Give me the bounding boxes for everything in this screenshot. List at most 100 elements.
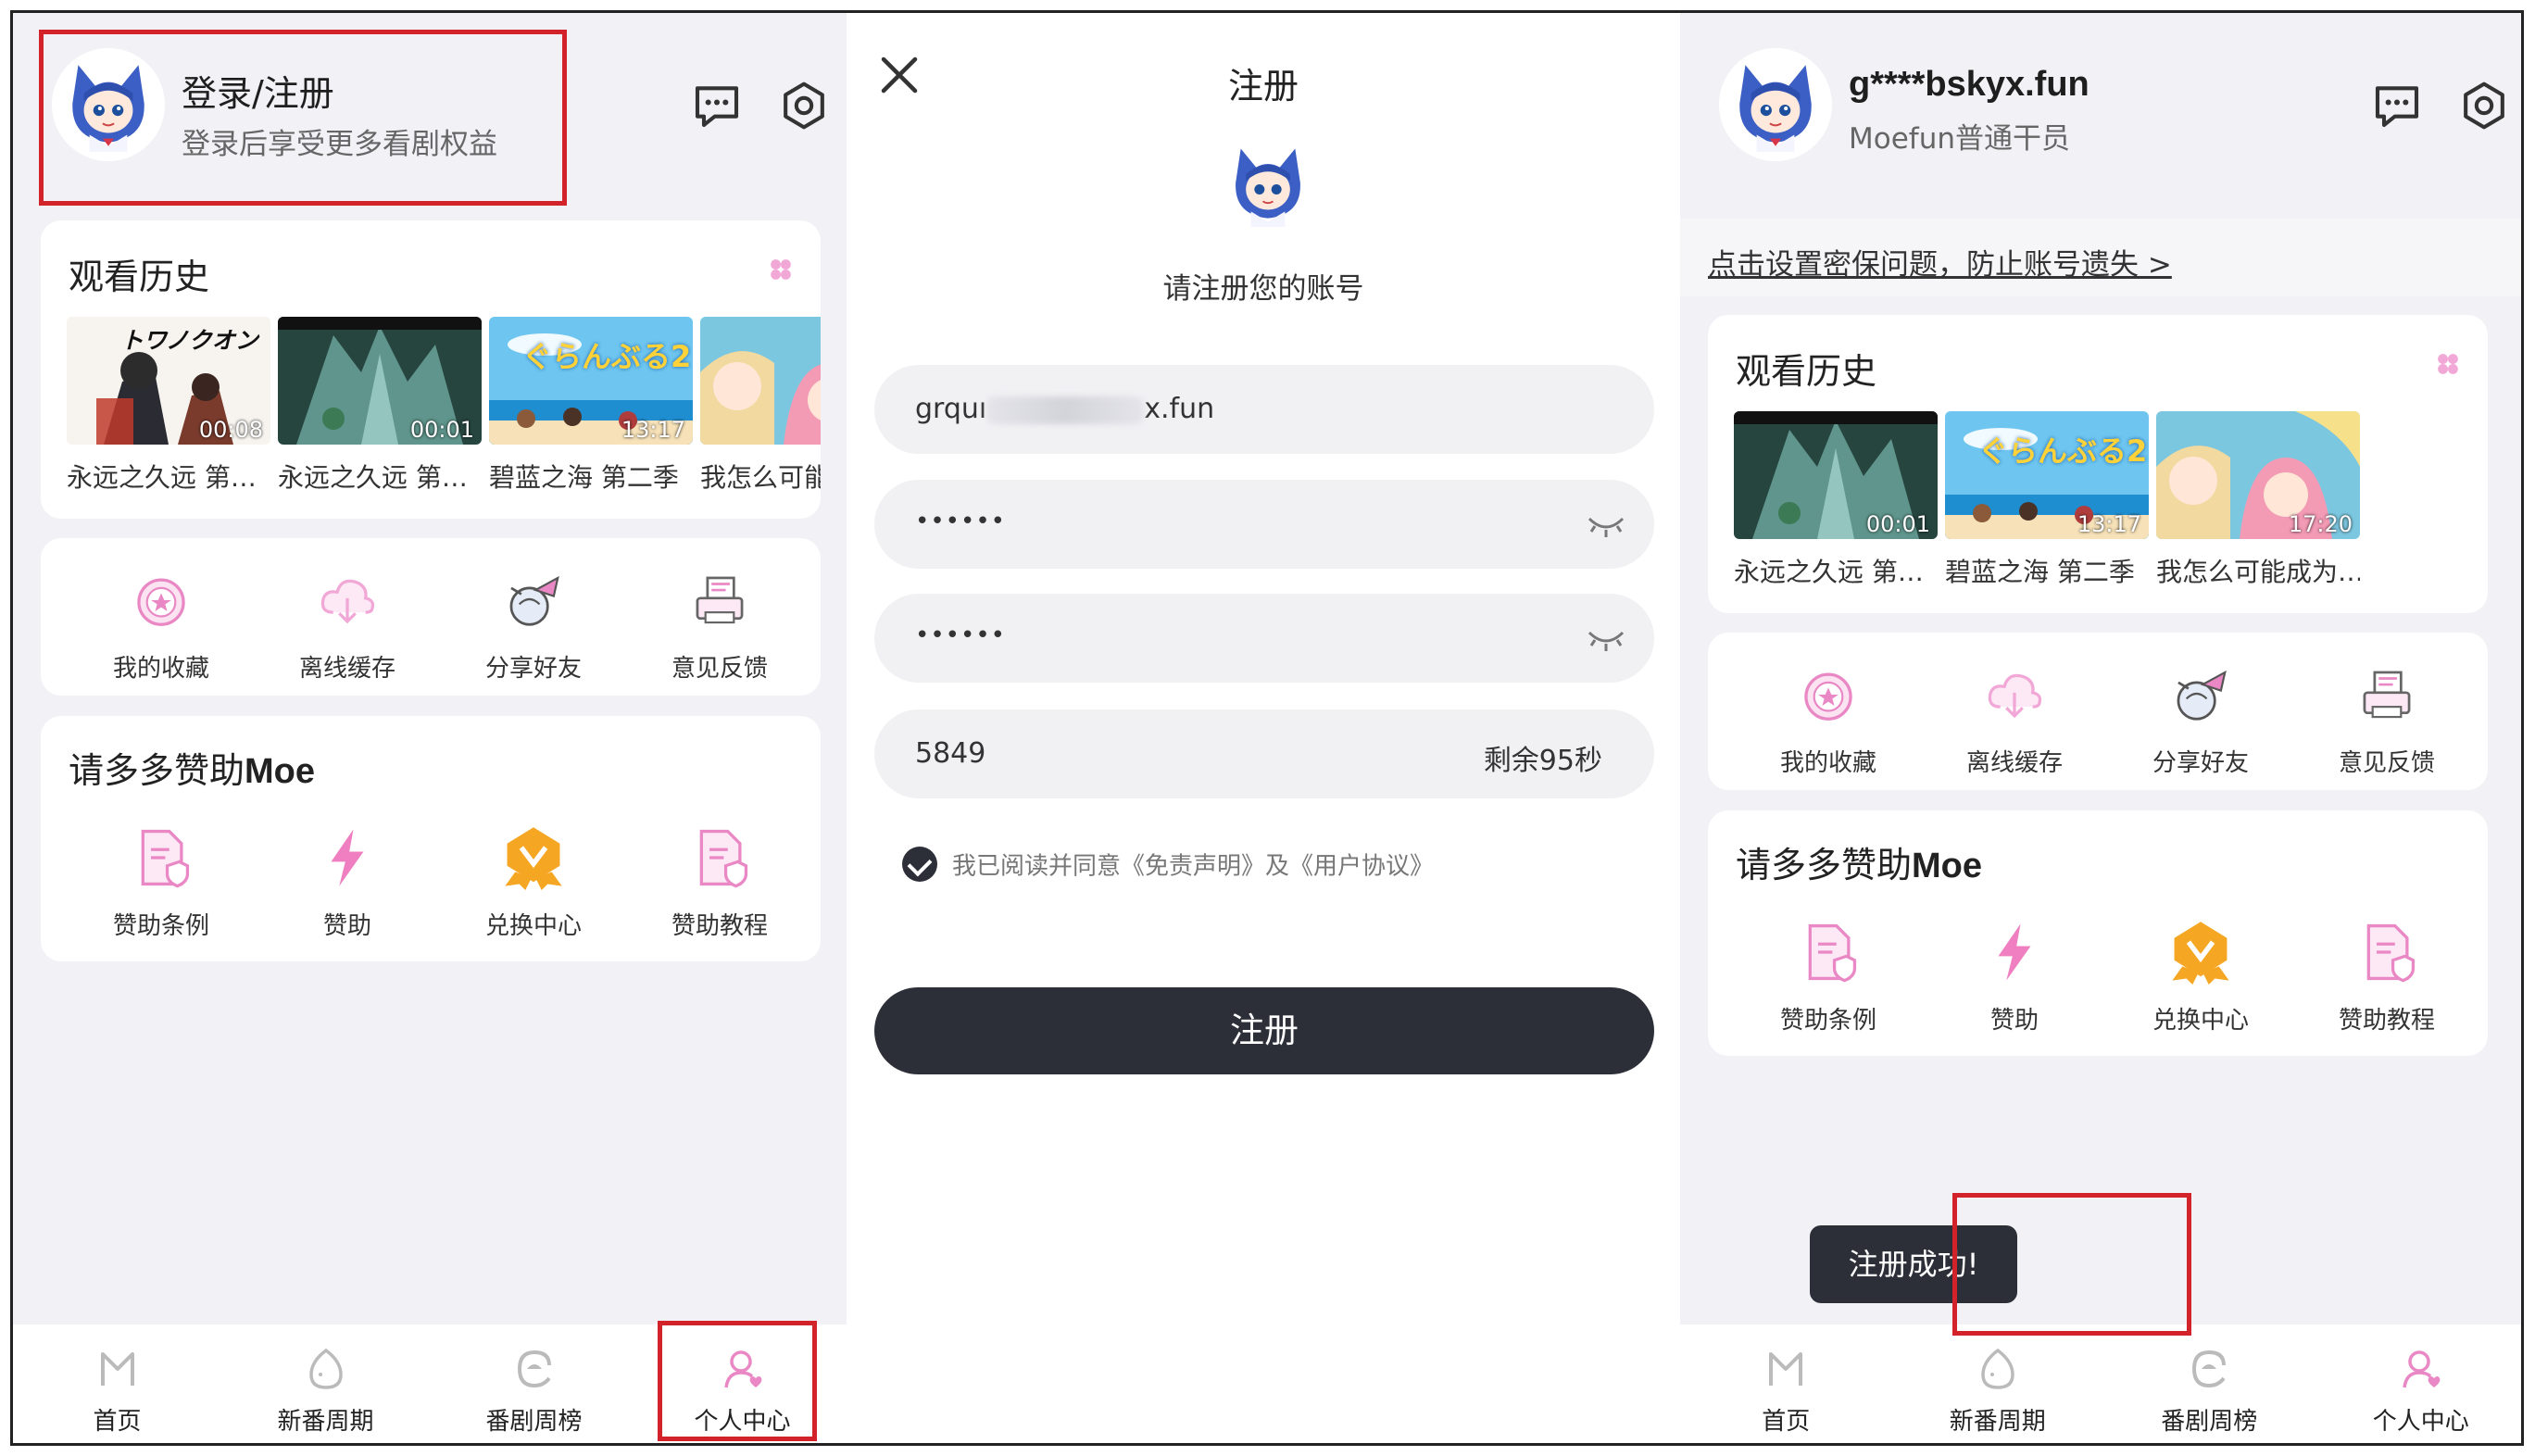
settings-icon[interactable] <box>2458 80 2510 132</box>
sponsor-tutorial-label: 赞助教程 <box>2338 1007 2435 1035</box>
watch-history-title: 观看历史 <box>1736 351 1877 392</box>
egg-icon <box>304 1347 348 1391</box>
favorites-label: 我的收藏 <box>112 655 209 683</box>
resend-countdown: 剩余95秒 <box>1483 745 1602 777</box>
share-friends-button[interactable]: 分享好友 <box>441 568 626 684</box>
highlight-box-toast <box>1952 1193 2191 1336</box>
sponsor-tutorial-button[interactable]: 赞助教程 <box>2294 920 2479 1036</box>
nav-profile-label: 个人中心 <box>2372 1408 2469 1436</box>
register-button[interactable]: 注册 <box>874 987 1654 1074</box>
sponsor-tutorial-button[interactable]: 赞助教程 <box>627 825 812 941</box>
user-icon <box>2399 1347 2443 1391</box>
support-rules-button[interactable]: 赞助条例 <box>69 825 254 941</box>
nav-weekly-ranking[interactable]: 番剧周榜 <box>2103 1324 2315 1443</box>
support-rules-button[interactable]: 赞助条例 <box>1736 920 1921 1036</box>
sponsor-tutorial-label: 赞助教程 <box>671 912 768 940</box>
register-title: 注册 <box>1227 66 1299 107</box>
nav-weekly-ranking[interactable]: 番剧周榜 <box>430 1324 638 1443</box>
nav-new-season[interactable]: 新番周期 <box>221 1324 430 1443</box>
nav-home[interactable]: 首页 <box>1680 1324 1892 1443</box>
eye-closed-icon[interactable] <box>1586 508 1626 541</box>
history-thumbnail[interactable]: 00:01 <box>1734 411 1938 539</box>
history-caption[interactable]: 永远之久远 第… <box>278 458 482 495</box>
agreement-text: 我已阅读并同意《免责声明》及《用户协议》 <box>952 852 1435 881</box>
badge-icon <box>2168 920 2233 985</box>
user-rank: Moefun普通干员 <box>1849 122 2070 156</box>
support-title: 请多多赞助Moe <box>1736 845 1983 885</box>
history-thumbnail[interactable]: 17:20 <box>2156 411 2360 539</box>
nav-weekly-ranking-label: 番剧周榜 <box>485 1408 583 1436</box>
settings-icon[interactable] <box>778 80 830 132</box>
password-value: •••••• <box>915 508 1007 535</box>
history-thumbnail[interactable]: ぐらんぶる2 13:17 <box>1945 411 2149 539</box>
thumbnail-art-title: ぐらんぶる2 <box>1978 433 2148 469</box>
document-icon <box>1796 920 1861 985</box>
history-thumbnail[interactable]: トワノクオン 00:08 <box>67 317 270 445</box>
favorite-icon <box>129 568 194 633</box>
sponsor-button[interactable]: 赞助 <box>255 825 440 941</box>
nav-home[interactable]: 首页 <box>13 1324 221 1443</box>
watch-history-card: 观看历史 トワノクオン 00:08 永远之久远 第… 00:01 永远之久远 第… <box>41 220 821 519</box>
history-thumbnail[interactable]: ぐらんぶる2 13:17 <box>489 317 693 445</box>
email-field[interactable]: grquı x.fun <box>874 365 1654 454</box>
watch-history-title: 观看历史 <box>69 257 210 297</box>
redeem-center-button[interactable]: 兑换中心 <box>441 825 626 941</box>
document-icon <box>129 825 194 890</box>
sponsor-label: 赞助 <box>1989 1007 2039 1035</box>
thumbnail-art-title: トワノクオン <box>120 327 258 354</box>
sponsor-button[interactable]: 赞助 <box>1922 920 2107 1036</box>
feedback-button[interactable]: 意见反馈 <box>627 568 812 684</box>
chat-icon[interactable] <box>2371 80 2423 132</box>
history-caption[interactable]: 永远之久远 第… <box>1734 552 1938 589</box>
chat-icon[interactable] <box>691 80 743 132</box>
share-friends-button[interactable]: 分享好友 <box>2108 662 2293 778</box>
security-question-link[interactable]: 点击设置密保问题，防止账号遗失 > <box>1708 241 2172 282</box>
feedback-icon <box>687 568 752 633</box>
progress-time: 00:08 <box>198 417 263 443</box>
home-icon <box>95 1347 140 1391</box>
thumbnail-art-title: ぐらんぶる2 <box>522 339 692 374</box>
highlight-box-profile-tab <box>658 1321 817 1441</box>
badge-icon <box>501 825 566 890</box>
security-banner: 点击设置密保问题，防止账号遗失 > <box>1680 219 2521 296</box>
favorites-button[interactable]: 我的收藏 <box>1736 662 1921 778</box>
home-icon <box>1763 1347 1808 1391</box>
history-caption[interactable]: 碧蓝之海 第二季 <box>489 458 693 495</box>
favorite-icon <box>1796 662 1861 727</box>
nav-profile[interactable]: 个人中心 <box>2315 1324 2522 1443</box>
more-icon[interactable] <box>2436 352 2460 376</box>
history-thumbnail[interactable] <box>700 317 821 445</box>
feedback-button[interactable]: 意见反馈 <box>2294 662 2479 778</box>
nav-new-season[interactable]: 新番周期 <box>1892 1324 2104 1443</box>
agreement-row[interactable]: 我已阅读并同意《免责声明》及《用户协议》 <box>902 847 1434 882</box>
history-caption[interactable]: 永远之久远 第… <box>67 458 270 495</box>
cloud-download-icon <box>1982 662 2047 727</box>
nav-new-season-label: 新番周期 <box>277 1408 374 1436</box>
more-icon[interactable] <box>769 257 793 282</box>
password-field[interactable]: •••••• <box>874 480 1654 569</box>
email-redaction <box>986 395 1145 424</box>
quick-actions-card: 我的收藏 离线缓存 分享好友 意见反馈 <box>1708 633 2488 790</box>
avatar[interactable] <box>1719 48 1832 161</box>
history-caption[interactable]: 我怎么可能 <box>700 458 821 495</box>
history-caption[interactable]: 碧蓝之海 第二季 <box>1945 552 2149 589</box>
history-caption[interactable]: 我怎么可能成为… <box>2156 552 2360 589</box>
email-domain: x.fun <box>1144 393 1215 425</box>
verification-code-field[interactable]: 5849 剩余95秒 <box>874 709 1654 798</box>
watch-history-card: 观看历史 00:01 永远之久远 第… ぐらんぶる2 13:17 碧蓝之海 第二… <box>1708 315 2488 613</box>
offline-cache-button[interactable]: 离线缓存 <box>1922 662 2107 778</box>
redeem-center-button[interactable]: 兑换中心 <box>2108 920 2293 1036</box>
favorites-label: 我的收藏 <box>1779 749 1876 777</box>
eye-closed-icon[interactable] <box>1586 621 1626 655</box>
favorites-button[interactable]: 我的收藏 <box>69 568 254 684</box>
offline-cache-button[interactable]: 离线缓存 <box>255 568 440 684</box>
checkbox-checked-icon[interactable] <box>902 847 937 882</box>
history-thumbnail[interactable]: 00:01 <box>278 317 482 445</box>
egg-icon <box>1976 1347 2020 1391</box>
bottom-nav: 首页 新番周期 番剧周榜 个人中心 <box>1680 1324 2522 1443</box>
tutorial-icon <box>2354 920 2419 985</box>
register-panel: 注册 请注册您的账号 grquı x.fun •••••• •••••• 5849… <box>847 13 1680 1443</box>
confirm-password-field[interactable]: •••••• <box>874 594 1654 683</box>
verification-code-value: 5849 <box>915 737 986 770</box>
profile-panel-logged-out: 登录/注册 登录后享受更多看剧权益 观看历史 トワノクオン 00:08 永远之久… <box>13 13 847 1443</box>
